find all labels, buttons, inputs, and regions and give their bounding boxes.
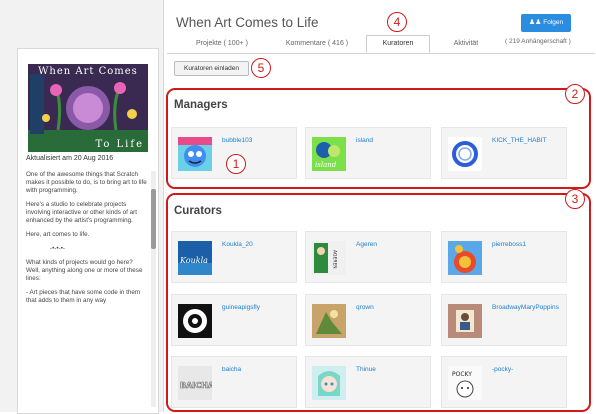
annotation-marker-5: 5 bbox=[251, 58, 271, 78]
annotation-marker-4: 4 bbox=[387, 12, 407, 32]
description-paragraph: What kinds of projects would go here? We… bbox=[26, 259, 143, 282]
follow-label: Folgen bbox=[543, 19, 564, 26]
tab-projects[interactable]: Projekte ( 100+ ) bbox=[188, 36, 256, 52]
description-paragraph: Here's a studio to celebrate projects in… bbox=[26, 201, 137, 224]
follower-count: ( 219 Anhängerschaft ) bbox=[505, 38, 571, 45]
follow-icon: ♟♟ bbox=[528, 19, 542, 26]
studio-title: When Art Comes to Life bbox=[176, 15, 319, 30]
follow-button[interactable]: ♟♟ Folgen bbox=[521, 14, 571, 32]
invite-curators-button[interactable]: Kuratoren einladen bbox=[174, 61, 249, 76]
studio-description: One of the awesome things that Scratch m… bbox=[26, 171, 148, 409]
curators-highlight-box bbox=[166, 193, 591, 412]
annotation-marker-1: 1 bbox=[226, 154, 246, 174]
thumbnail-subtitle-text: To Life bbox=[95, 139, 144, 150]
tab-curators[interactable]: Kuratoren bbox=[366, 35, 430, 53]
description-paragraph: - Art pieces that have some code in them… bbox=[26, 289, 141, 304]
managers-highlight-box bbox=[166, 88, 591, 189]
tab-divider bbox=[167, 53, 595, 54]
scrollbar-thumb[interactable] bbox=[151, 189, 156, 249]
description-paragraph: -•-•-•- bbox=[50, 245, 66, 252]
description-paragraph: One of the awesome things that Scratch m… bbox=[26, 171, 147, 194]
studio-sidebar: When Art Comes To Life Aktualisiert am 2… bbox=[17, 48, 159, 414]
studio-main-panel: When Art Comes to Life ♟♟ Folgen ( 219 A… bbox=[163, 0, 596, 412]
studio-thumbnail: When Art Comes To Life bbox=[28, 64, 148, 152]
tab-comments[interactable]: Kommentare ( 416 ) bbox=[277, 36, 357, 52]
description-paragraph: Here, art comes to life. bbox=[26, 231, 90, 238]
thumbnail-title-text: When Art Comes bbox=[38, 66, 138, 77]
annotation-marker-2: 2 bbox=[565, 84, 585, 104]
updated-date: Aktualisiert am 20 Aug 2016 bbox=[26, 155, 114, 162]
tab-activity[interactable]: Aktivität bbox=[438, 36, 494, 52]
annotation-marker-3: 3 bbox=[565, 189, 585, 209]
description-scrollbar[interactable] bbox=[151, 171, 156, 407]
